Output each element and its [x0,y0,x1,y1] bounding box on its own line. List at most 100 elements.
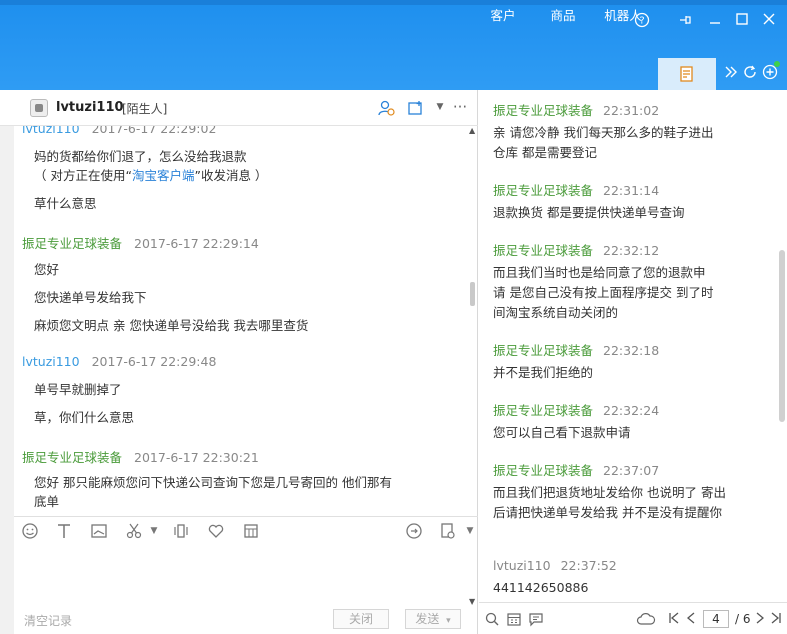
notice-suffix: ”收发消息 ） [194,168,268,183]
top-strip [0,0,787,5]
sender-name[interactable]: lvtuzi110 [22,126,80,136]
sender-name[interactable]: lvtuzi110 [493,558,551,573]
history-text: 而且我们当时也是给同意了您的退款申 [493,265,706,280]
history-text: 441142650886 [493,580,589,595]
scroll-up-icon[interactable]: ▲ [469,126,475,135]
sender-name[interactable]: 振足专业足球装备 [22,236,122,251]
taobao-client-link[interactable]: 淘宝客户端 [132,168,195,183]
sender-name[interactable]: lvtuzi110 [22,354,80,369]
message-time: 22:31:14 [603,183,660,198]
message-text: 单号早就删掉了 [34,382,122,397]
image-icon[interactable] [89,522,109,544]
quick-reply-icon[interactable] [404,522,424,544]
history-text: 并不是我们拒绝的 [493,365,594,380]
sender-name[interactable]: 振足专业足球装备 [493,403,593,418]
heart-icon[interactable] [206,522,226,544]
message-time: 22:32:18 [603,343,660,358]
message-header: lvtuzi110 2017-6-17 22:29:02 [22,126,216,136]
history-text: 仓库 都是需要登记 [493,145,597,160]
contact-tag: [陌生人] [122,102,168,116]
more-icon[interactable]: ··· [450,98,470,116]
scissors-icon[interactable] [124,522,144,544]
history-text: 间淘宝系统自动关闭的 [493,305,619,320]
search-icon[interactable] [483,611,501,631]
font-icon[interactable] [54,522,74,544]
message-time: 22:31:02 [603,103,660,118]
message-text: 您好 那只能麻烦您问下快递公司查询下您是几号寄回的 他们那有 [34,475,392,490]
history-header: 振足专业足球装备 22:31:14 [493,180,659,199]
message-text: 麻烦您文明点 亲 您快递单号没给我 我去哪里查货 [34,318,309,333]
message-header: 振足专业足球装备 2017-6-17 22:29:14 [22,233,259,252]
online-status-dot [774,61,780,67]
message-text: 妈的货都给你们退了，怎么没给我退款 [34,149,247,164]
first-page-icon[interactable] [665,611,683,629]
history-scrollbar[interactable] [779,250,785,422]
minimize-icon[interactable] [704,12,726,32]
contact-name[interactable]: lvtuzi110 [56,100,124,115]
avatar[interactable] [30,99,48,117]
message-time: 2017-6-17 22:29:48 [91,354,217,369]
tab-robot[interactable]: 机器人 [600,0,646,32]
scissors-dropdown-icon[interactable]: ▼ [144,526,164,536]
cloud-icon[interactable] [635,611,657,631]
calendar-icon[interactable] [505,611,523,631]
sender-name[interactable]: 振足专业足球装备 [493,243,593,258]
chevron-down-icon[interactable]: ▼ [430,102,450,112]
history-bottom-bar: 4 / 6 [479,602,787,634]
add-contact-icon[interactable] [376,99,396,121]
send-button[interactable]: 发送 ▾ [405,609,461,629]
prev-page-icon[interactable] [682,611,700,629]
history-header: 振足专业足球装备 22:32:12 [493,240,659,259]
close-button[interactable]: 关闭 [333,609,389,629]
pin-icon[interactable] [674,12,696,32]
tab-customer[interactable]: 客户 [483,0,523,32]
close-icon[interactable] [758,12,780,32]
scroll-thumb[interactable] [470,282,475,306]
sender-name[interactable]: 振足专业足球装备 [493,463,593,478]
history-list[interactable]: 振足专业足球装备 22:31:02 亲 请您冷静 我们每天那么多的鞋子进出 仓库 … [479,90,777,602]
emoji-icon[interactable] [20,522,40,544]
message-text: 您好 [34,262,60,277]
sender-name[interactable]: 振足专业足球装备 [493,183,593,198]
send-dropdown-icon[interactable]: ▾ [446,616,451,626]
sender-name[interactable]: 振足专业足球装备 [493,343,593,358]
sender-name[interactable]: 振足专业足球装备 [493,103,593,118]
refresh-icon[interactable] [741,64,759,82]
history-header: 振足专业足球装备 22:32:24 [493,400,659,419]
message-header: 振足专业足球装备 2017-6-17 22:30:21 [22,447,259,466]
history-text: 退款换货 都是要提供快递单号查询 [493,205,685,220]
record-dropdown-icon[interactable]: ▼ [460,526,480,536]
history-header: 振足专业足球装备 22:31:02 [493,100,659,119]
history-text: 请 是您自己没有按上面程序提交 到了时 [493,285,714,300]
last-page-icon[interactable] [767,611,785,629]
message-time: 22:32:12 [603,243,660,258]
page-input[interactable]: 4 [703,610,729,628]
chat-panel: lvtuzi110 [陌生人] ▼ ··· lvtuzi110 2017-6-17… [0,90,478,634]
input-toolbar: ▼ ▼ [14,516,478,546]
history-text: 而且我们把退货地址发给你 也说明了 寄出 [493,485,726,500]
history-text: 后请把快递单号发给我 并不是没有提醒你 [493,505,722,520]
clear-record-link[interactable]: 清空记录 [24,612,72,629]
tab-records[interactable] [658,58,716,90]
message-text: 底单 [34,494,60,509]
history-header: lvtuzi110 22:37:52 [493,558,617,573]
input-bottom-bar: 清空记录 关闭 发送 ▾ [14,600,478,634]
tab-products[interactable]: 商品 [543,0,583,32]
vibrate-icon[interactable] [171,522,191,544]
record-icon[interactable] [438,522,458,544]
message-time: 2017-6-17 22:29:14 [134,236,259,251]
message-text: 您快递单号发给我下 [34,290,147,305]
message-header: lvtuzi110 2017-6-17 22:29:48 [22,354,216,369]
send-label: 发送 [415,612,440,626]
maximize-icon[interactable] [731,12,753,32]
client-notice: （ 对方正在使用“淘宝客户端”收发消息 ） [34,165,267,184]
top-bar: ? 客户 商品 机器人 [0,0,787,90]
sender-name[interactable]: 振足专业足球装备 [22,450,122,465]
message-text: 草，你们什么意思 [34,410,135,425]
expand-icon[interactable] [722,64,740,82]
chat-record-icon[interactable] [527,611,545,631]
history-panel: 振足专业足球装备 22:31:02 亲 请您冷静 我们每天那么多的鞋子进出 仓库 … [479,90,787,634]
new-order-icon[interactable] [406,99,426,121]
page-total: / 6 [735,612,751,626]
calendar-icon[interactable] [241,522,261,544]
